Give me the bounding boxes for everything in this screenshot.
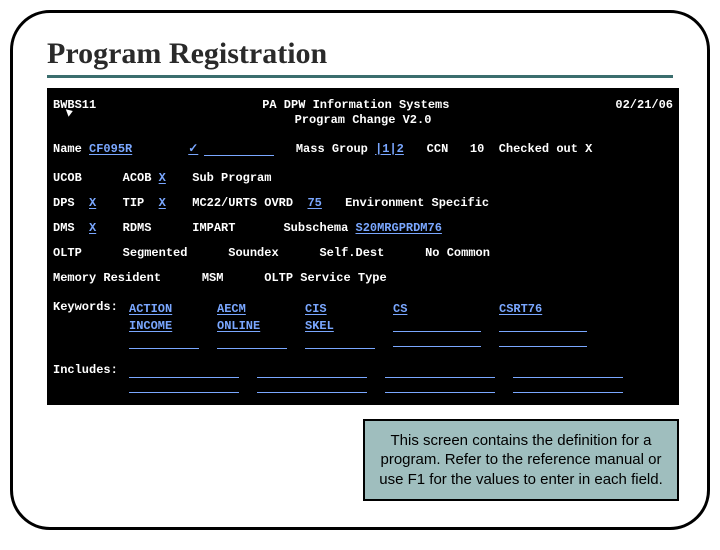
row-keywords: Keywords: ACTION INCOME AECM ONLINE CIS … [53,300,673,349]
row-dps: DPS X TIP X MC22/URTS OVRD 75 Environmen… [53,196,673,211]
row-memres: Memory Resident MSM OLTP Service Type [53,271,673,286]
inc-1-0[interactable] [257,365,367,378]
hdr-center2: Program Change V2.0 [295,113,432,128]
name-field[interactable]: CF095R [89,142,145,157]
inc-2-0[interactable] [385,365,495,378]
terminal-header2: Program Change V2.0 [53,113,673,128]
ccn-label: CCN [427,142,449,157]
massgroup-field[interactable]: |1|2 [375,142,405,157]
subschema-label: Subschema [283,221,348,236]
tip-field[interactable]: X [159,196,171,211]
inc-0-0[interactable] [129,365,239,378]
ucob-label: UCOB [53,171,82,186]
inc-0-1[interactable] [129,380,239,393]
kw-4-0[interactable]: CSRT76 [499,302,587,317]
kw-2-0[interactable]: CIS [305,302,375,317]
mc22-label: MC22/URTS OVRD [192,196,293,211]
slide-frame: Program Registration BWBS11 PA DPW Infor… [10,10,710,530]
hdr-right: 02/21/06 [615,98,673,113]
kw-1-1[interactable]: ONLINE [217,319,287,334]
name-flag[interactable]: ✓ [188,142,204,157]
memres-label: Memory Resident [53,271,161,286]
kw-1-2[interactable] [217,336,287,349]
keywords-grid: ACTION INCOME AECM ONLINE CIS SKEL CS [129,302,587,349]
rdms-label: RDMS [123,221,152,236]
massgroup-label: Mass Group [296,142,368,157]
terminal-screen: BWBS11 PA DPW Information Systems 02/21/… [47,88,679,405]
kw-0-2[interactable] [129,336,199,349]
title-underline [47,75,673,78]
kw-3-1[interactable] [393,319,481,332]
oltpsvc-label: OLTP Service Type [264,271,386,286]
tip-label: TIP [123,196,145,211]
acob-field[interactable]: X [159,171,171,186]
name-label: Name [53,142,82,157]
row-ucob: UCOB ACOB X Sub Program [53,171,673,186]
kw-3-2[interactable] [393,334,481,347]
ccn-value: 10 [470,142,484,157]
inc-3-0[interactable] [513,365,623,378]
nocommon-label: No Common [425,246,490,261]
row-includes: Includes: [53,363,673,393]
kw-3-0[interactable]: CS [393,302,481,317]
name-blank2[interactable] [204,143,274,156]
includes-grid [129,365,623,393]
inc-1-1[interactable] [257,380,367,393]
kw-4-1[interactable] [499,319,587,332]
kw-2-2[interactable] [305,336,375,349]
row-dms: DMS X RDMS IMPART Subschema S20MRGPRDM76 [53,221,673,236]
acob-label: ACOB [123,171,152,186]
dps-field[interactable]: X [89,196,101,211]
oltp-label: OLTP [53,246,82,261]
inc-2-1[interactable] [385,380,495,393]
selfdest-label: Self.Dest [319,246,384,261]
subprog-label: Sub Program [192,171,271,186]
kw-2-1[interactable]: SKEL [305,319,375,334]
dms-label: DMS [53,221,75,236]
dms-field[interactable]: X [89,221,101,236]
slide-title: Program Registration [47,37,707,71]
help-callout: This screen contains the definition for … [363,419,679,502]
row-name: Name CF095R ✓ Mass Group |1|2 CCN 10 Che… [53,142,673,157]
dps-label: DPS [53,196,75,211]
msm-label: MSM [202,271,224,286]
env-label: Environment Specific [345,196,489,211]
terminal-header: BWBS11 PA DPW Information Systems 02/21/… [53,98,673,113]
hdr-center1: PA DPW Information Systems [262,98,449,113]
kw-1-0[interactable]: AECM [217,302,287,317]
inc-3-1[interactable] [513,380,623,393]
mc22-field[interactable]: 75 [307,196,323,211]
seg-label: Segmented [123,246,188,261]
kw-0-0[interactable]: ACTION [129,302,199,317]
includes-label: Includes: [53,363,129,378]
checkedout-value: X [585,142,592,157]
kw-0-1[interactable]: INCOME [129,319,199,334]
callout-text: This screen contains the definition for … [379,432,663,488]
subschema-field[interactable]: S20MRGPRDM76 [356,221,442,236]
checkedout-label: Checked out [499,142,578,157]
hdr-left: BWBS11 [53,98,96,113]
soundex-label: Soundex [228,246,278,261]
impart-label: IMPART [192,221,235,236]
keywords-label: Keywords: [53,300,129,315]
kw-4-2[interactable] [499,334,587,347]
row-oltp: OLTP Segmented Soundex Self.Dest No Comm… [53,246,673,261]
